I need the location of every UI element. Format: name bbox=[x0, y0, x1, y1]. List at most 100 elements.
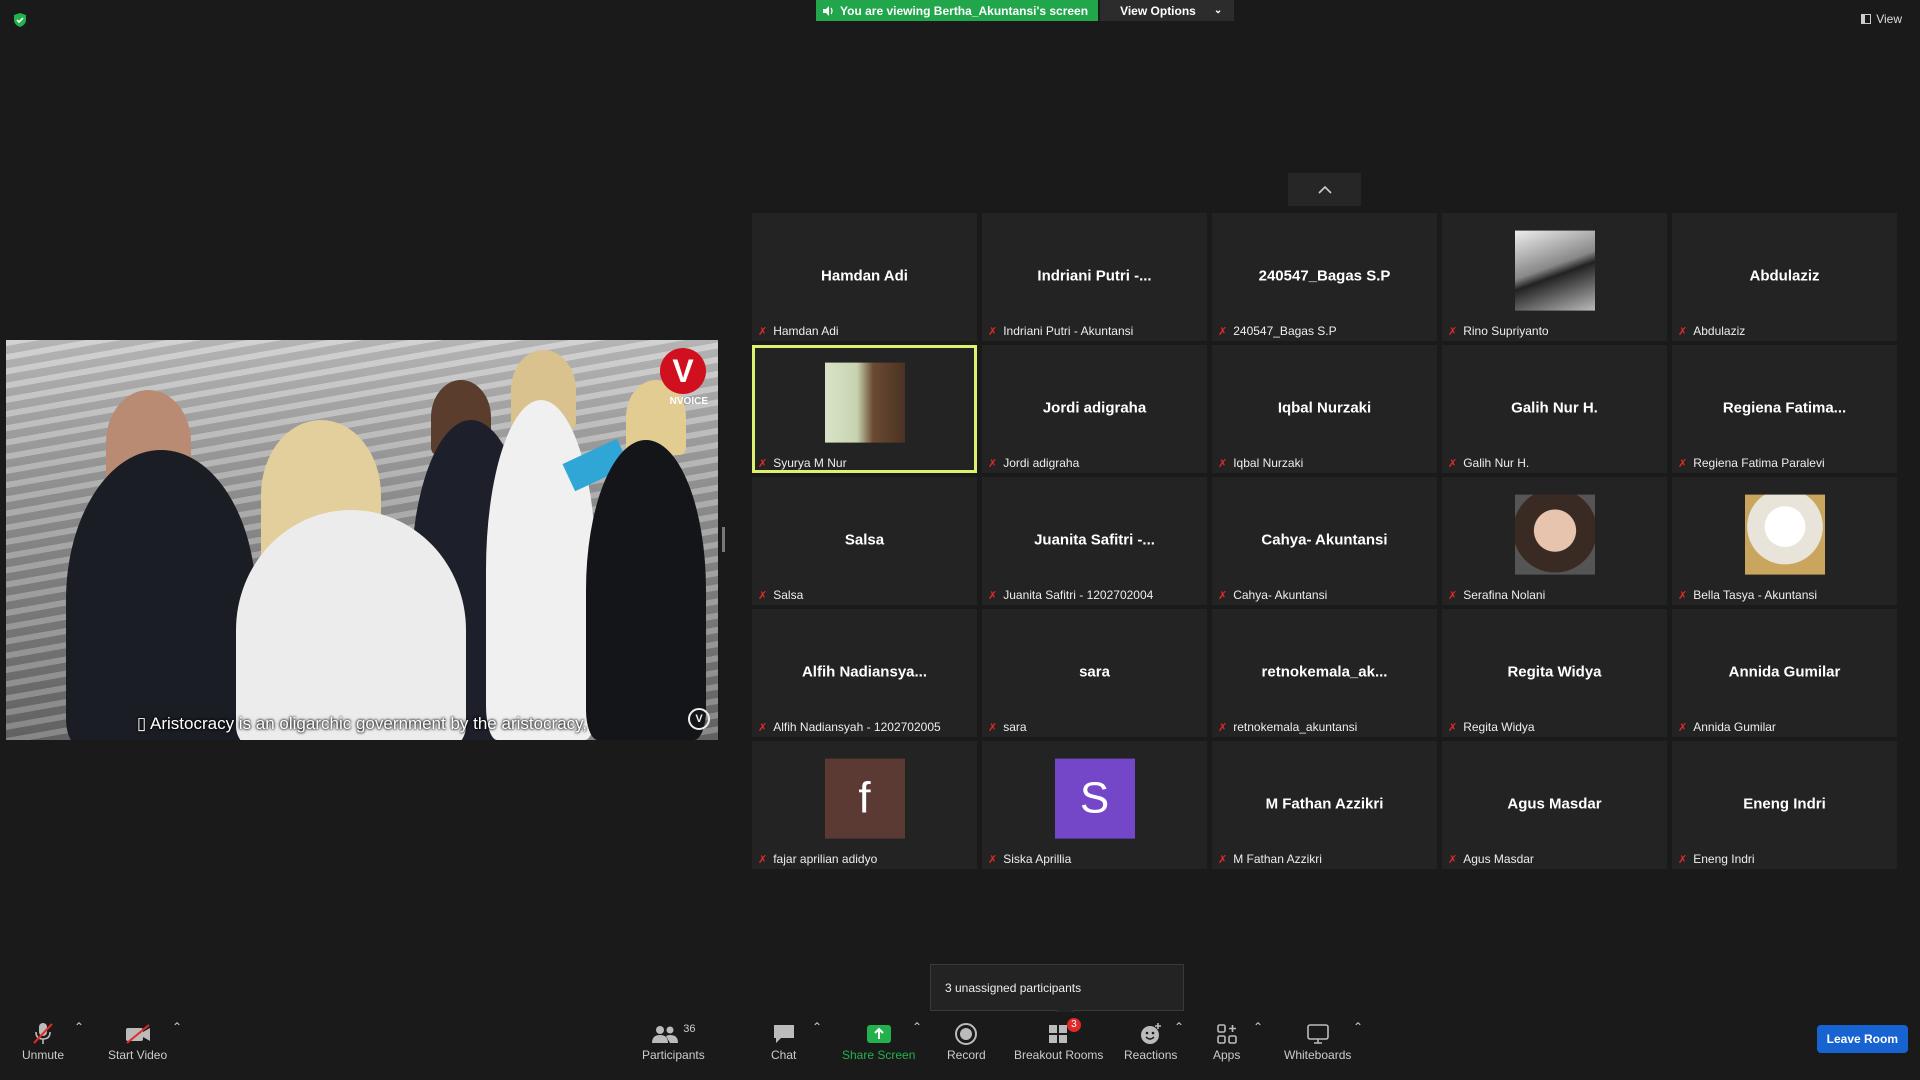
participant-display-name: Alfih Nadiansya... bbox=[801, 663, 928, 681]
person-woman-white-shirt bbox=[486, 400, 596, 740]
participant-tile[interactable]: Agus Masdar ✗ Agus Masdar bbox=[1442, 741, 1667, 869]
unmute-button[interactable]: Unmute bbox=[22, 1020, 64, 1062]
participant-tile[interactable]: Eneng Indri ✗ Eneng Indri bbox=[1672, 741, 1897, 869]
leave-room-button[interactable]: Leave Room bbox=[1816, 1025, 1908, 1053]
security-shield-icon[interactable] bbox=[12, 12, 28, 28]
start-video-label: Start Video bbox=[108, 1048, 168, 1062]
whiteboards-options-caret[interactable]: ⌃ bbox=[1353, 1020, 1363, 1034]
participant-display-name: Regita Widya bbox=[1507, 663, 1602, 681]
participant-display-name: 240547_Bagas S.P bbox=[1258, 267, 1391, 285]
participant-name: Bella Tasya - Akuntansi bbox=[1693, 588, 1818, 602]
participants-count: 36 bbox=[683, 1023, 696, 1035]
muted-mic-icon: ✗ bbox=[988, 325, 998, 338]
participant-name-label: ✗ Iqbal Nurzaki bbox=[1218, 456, 1431, 470]
participant-tile[interactable]: S ✗ Siska Aprillia bbox=[982, 741, 1207, 869]
participant-tile[interactable]: Hamdan Adi ✗ Hamdan Adi bbox=[752, 213, 977, 341]
participant-name-label: ✗ Hamdan Adi bbox=[758, 324, 971, 338]
participant-tile[interactable]: ✗ Rino Supriyanto bbox=[1442, 213, 1667, 341]
view-button[interactable]: View bbox=[1861, 12, 1902, 26]
participant-name: fajar aprilian adidyo bbox=[773, 852, 878, 866]
participant-name-label: ✗ M Fathan Azzikri bbox=[1218, 852, 1431, 866]
apps-options-caret[interactable]: ⌃ bbox=[1253, 1020, 1263, 1034]
unmute-label: Unmute bbox=[22, 1048, 65, 1062]
participant-tile[interactable]: Indriani Putri -... ✗ Indriani Putri - Aku… bbox=[982, 213, 1207, 341]
split-view-handle[interactable] bbox=[722, 527, 725, 552]
record-icon bbox=[955, 1023, 978, 1045]
participant-name-label: ✗ Salsa bbox=[758, 588, 971, 602]
participant-tile[interactable]: Regiena Fatima... ✗ Regiena Fatima Paralev… bbox=[1672, 345, 1897, 473]
participant-tile[interactable]: Cahya- Akuntansi ✗ Cahya- Akuntansi bbox=[1212, 477, 1437, 605]
participant-tile[interactable]: Galih Nur H. ✗ Galih Nur H. bbox=[1442, 345, 1667, 473]
muted-mic-icon: ✗ bbox=[758, 721, 768, 734]
participant-name: Regiena Fatima Paralevi bbox=[1693, 456, 1825, 470]
chevron-up-icon bbox=[1317, 185, 1332, 194]
avatar-photo bbox=[1514, 494, 1595, 575]
view-options-button[interactable]: View Options ⌄ bbox=[1100, 0, 1235, 21]
video-options-caret[interactable]: ⌃ bbox=[172, 1020, 182, 1034]
chat-button[interactable]: Chat bbox=[771, 1020, 796, 1062]
participant-name: Siska Aprillia bbox=[1003, 852, 1072, 866]
chat-options-caret[interactable]: ⌃ bbox=[812, 1020, 822, 1034]
participant-name: sara bbox=[1003, 720, 1027, 734]
participant-tile[interactable]: Alfih Nadiansya... ✗ Alfih Nadiansyah - 12… bbox=[752, 609, 977, 737]
participant-tile[interactable]: Annida Gumilar ✗ Annida Gumilar bbox=[1672, 609, 1897, 737]
shared-screen[interactable]: V NVOICE ▯ Aristocracy is an oligarchic … bbox=[6, 340, 718, 740]
participant-tile[interactable]: Salsa ✗ Salsa bbox=[752, 477, 977, 605]
participant-display-name: Cahya- Akuntansi bbox=[1261, 531, 1388, 549]
muted-mic-icon: ✗ bbox=[1678, 589, 1688, 602]
viewing-text: You are viewing Bertha_Akuntansi's scree… bbox=[840, 3, 1089, 18]
microphone-muted-icon bbox=[33, 1023, 53, 1044]
muted-mic-icon: ✗ bbox=[1678, 457, 1688, 470]
apps-icon bbox=[1216, 1024, 1237, 1044]
muted-mic-icon: ✗ bbox=[988, 721, 998, 734]
start-video-button[interactable]: Start Video bbox=[108, 1020, 167, 1062]
person-man-suit bbox=[66, 450, 256, 740]
participant-tile[interactable]: Regita Widya ✗ Regita Widya bbox=[1442, 609, 1667, 737]
gallery-page-up-button[interactable] bbox=[1288, 173, 1361, 206]
participant-tile[interactable]: ✗ Bella Tasya - Akuntansi bbox=[1672, 477, 1897, 605]
participant-tile[interactable]: f ✗ fajar aprilian adidyo bbox=[752, 741, 977, 869]
participant-name: Agus Masdar bbox=[1463, 852, 1534, 866]
participant-tile[interactable]: Juanita Safitri -... ✗ Juanita Safitri - 1… bbox=[982, 477, 1207, 605]
participant-name-label: ✗ Juanita Safitri - 1202702004 bbox=[988, 588, 1201, 602]
participant-display-name: Jordi adigraha bbox=[1042, 399, 1147, 417]
participant-tile[interactable]: 240547_Bagas S.P ✗ 240547_Bagas S.P bbox=[1212, 213, 1437, 341]
participant-display-name: Agus Masdar bbox=[1507, 795, 1602, 813]
participant-name: Serafina Nolani bbox=[1463, 588, 1546, 602]
participant-name: Galih Nur H. bbox=[1463, 456, 1530, 470]
muted-mic-icon: ✗ bbox=[1218, 457, 1228, 470]
participant-tile[interactable]: Iqbal Nurzaki ✗ Iqbal Nurzaki bbox=[1212, 345, 1437, 473]
video-caption: ▯ Aristocracy is an oligarchic governmen… bbox=[136, 714, 588, 733]
participant-tile[interactable]: sara ✗ sara bbox=[982, 609, 1207, 737]
participant-display-name: sara bbox=[1079, 663, 1110, 681]
participant-name-label: ✗ 240547_Bagas S.P bbox=[1218, 324, 1431, 338]
participant-tile[interactable]: ✗ Syurya M Nur bbox=[752, 345, 977, 473]
participant-name-label: ✗ Alfih Nadiansyah - 1202702005 bbox=[758, 720, 971, 734]
participant-tile[interactable]: retnokemala_ak... ✗ retnokemala_akuntansi bbox=[1212, 609, 1437, 737]
view-options-label: View Options bbox=[1120, 3, 1196, 18]
participant-name-label: ✗ fajar aprilian adidyo bbox=[758, 852, 971, 866]
participant-name: Regita Widya bbox=[1463, 720, 1535, 734]
record-button[interactable]: Record bbox=[947, 1020, 986, 1062]
participant-tile[interactable]: Abdulaziz ✗ Abdulaziz bbox=[1672, 213, 1897, 341]
breakout-rooms-button[interactable]: 3 Breakout Rooms bbox=[1014, 1018, 1103, 1062]
share-options-caret[interactable]: ⌃ bbox=[912, 1020, 922, 1034]
share-screen-button[interactable]: Share Screen bbox=[842, 1020, 915, 1062]
participant-tile[interactable]: Jordi adigraha ✗ Jordi adigraha bbox=[982, 345, 1207, 473]
participant-name-label: ✗ Annida Gumilar bbox=[1678, 720, 1891, 734]
audio-options-caret[interactable]: ⌃ bbox=[74, 1020, 84, 1034]
reactions-options-caret[interactable]: ⌃ bbox=[1174, 1020, 1184, 1034]
participant-tile[interactable]: ✗ Serafina Nolani bbox=[1442, 477, 1667, 605]
breakout-badge: 3 bbox=[1067, 1018, 1081, 1032]
whiteboards-button[interactable]: Whiteboards bbox=[1284, 1020, 1351, 1062]
participant-tile[interactable]: M Fathan Azzikri ✗ M Fathan Azzikri bbox=[1212, 741, 1437, 869]
muted-mic-icon: ✗ bbox=[1448, 721, 1458, 734]
reactions-button[interactable]: Reactions bbox=[1124, 1020, 1177, 1062]
muted-mic-icon: ✗ bbox=[758, 325, 768, 338]
apps-button[interactable]: Apps bbox=[1213, 1020, 1240, 1062]
participant-name-label: ✗ sara bbox=[988, 720, 1201, 734]
participants-button[interactable]: 36 Participants bbox=[642, 1020, 705, 1062]
screen-share-banner: You are viewing Bertha_Akuntansi's scree… bbox=[816, 0, 1235, 21]
participant-name: Indriani Putri - Akuntansi bbox=[1003, 324, 1134, 338]
view-grid-icon bbox=[1861, 14, 1872, 24]
